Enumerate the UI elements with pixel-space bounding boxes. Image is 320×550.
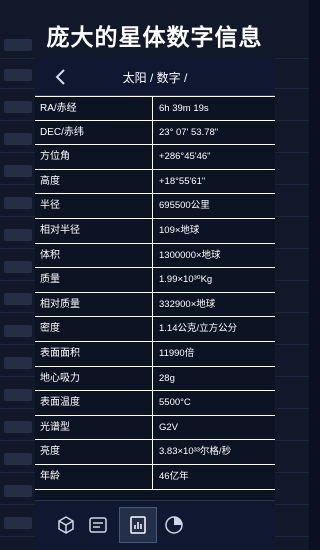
row-key: 地心吸力 [35, 366, 153, 391]
row-key: RA/赤经 [35, 97, 153, 120]
table-row: 质量 1.99×10³⁰Kg [35, 268, 275, 293]
tab-card[interactable] [79, 507, 117, 543]
row-value: 1.99×10³⁰Kg [159, 274, 213, 286]
table-row: 地心吸力 28g [35, 366, 275, 392]
table-row: 密度 1.14公克/立方公分 [35, 317, 275, 342]
row-value: 28g [159, 372, 175, 384]
table-row: 高度 +18°55'61" [35, 169, 275, 195]
table-row: 表面温度 5500°C [35, 391, 275, 416]
card-icon [89, 517, 107, 533]
row-value: 46亿年 [159, 470, 189, 482]
row-key: 体积 [35, 243, 153, 268]
row-value: 1300000×地球 [159, 249, 221, 261]
row-key: 高度 [35, 169, 153, 194]
row-key: 密度 [35, 317, 153, 341]
pie-chart-icon [165, 516, 183, 534]
data-table: RA/赤经 6h 39m 19s DEC/赤纬 23° 07' 53.78" 方位角… [35, 96, 275, 490]
table-row: 表面面积 11990倍 [35, 341, 275, 367]
row-value: 11990倍 [159, 347, 195, 359]
row-key: 相对半径 [35, 218, 153, 243]
stats-icon [130, 516, 146, 534]
table-row: 年龄 46亿年 [35, 464, 275, 490]
table-row: 半径 695500公里 [35, 194, 275, 219]
table-row: 相对质量 332900×地球 [35, 292, 275, 318]
tab-stats[interactable] [119, 507, 157, 543]
row-value: 109×地球 [159, 224, 200, 236]
row-key: 质量 [35, 268, 153, 292]
row-value: 695500公里 [159, 200, 210, 212]
row-value: +286°45'46" [159, 151, 211, 163]
row-value: 6h 39m 19s [159, 103, 209, 114]
phone-screen: 太阳 / 数字 / RA/赤经 6h 39m 19s DEC/赤纬 23° 07' … [35, 58, 275, 550]
bottom-tab-bar [35, 500, 275, 550]
row-value: 23° 07' 53.78" [159, 126, 219, 138]
row-key: 光谱型 [35, 415, 153, 440]
table-row: 方位角 +286°45'46" [35, 145, 275, 170]
tab-pie-chart[interactable] [155, 507, 193, 543]
row-value: G2V [159, 421, 179, 433]
table-row: RA/赤经 6h 39m 19s [35, 96, 275, 121]
row-key: DEC/赤纬 [35, 120, 153, 145]
row-value: +18°55'61" [159, 175, 206, 187]
promo-title: 庞大的星体数字信息 [46, 25, 263, 51]
row-key: 表面面积 [35, 341, 153, 366]
table-row: 体积 1300000×地球 [35, 243, 275, 269]
row-value: 1.14公克/立方公分 [159, 323, 238, 335]
top-bar: 太阳 / 数字 / [35, 58, 275, 96]
row-key: 半径 [35, 194, 153, 218]
table-row: 光谱型 G2V [35, 415, 275, 441]
row-key: 相对质量 [35, 292, 153, 317]
table-row: DEC/赤纬 23° 07' 53.78" [35, 120, 275, 146]
cube-icon [58, 516, 74, 534]
row-key: 方位角 [35, 145, 153, 169]
row-key: 表面温度 [35, 391, 153, 415]
row-value: 5500°C [159, 397, 191, 409]
table-row: 相对半径 109×地球 [35, 218, 275, 244]
table-row: 亮度 3.83×10³³尔格/秒 [35, 440, 275, 465]
row-value: 3.83×10³³尔格/秒 [159, 446, 232, 458]
row-value: 332900×地球 [159, 298, 216, 310]
breadcrumb: 太阳 / 数字 / [122, 71, 188, 85]
row-key: 亮度 [35, 440, 153, 464]
row-key: 年龄 [35, 464, 153, 489]
